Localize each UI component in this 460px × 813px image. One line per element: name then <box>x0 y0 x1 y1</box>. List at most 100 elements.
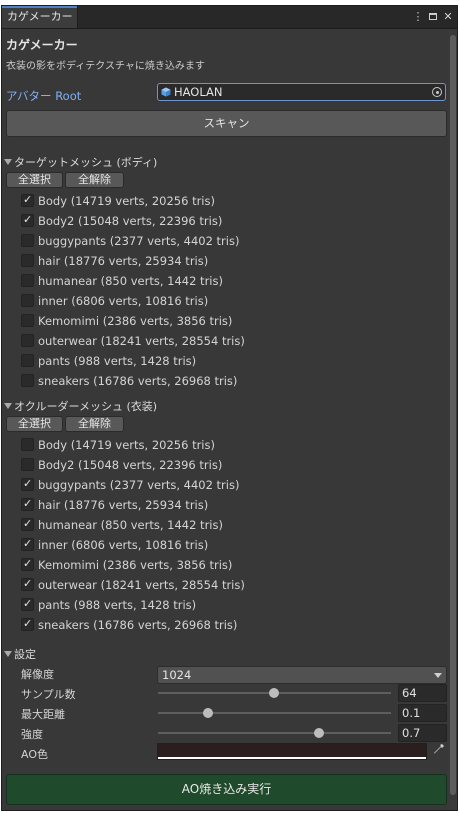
occluder-mesh-row[interactable]: humanear (850 verts, 1442 tris) <box>21 516 223 533</box>
panel-title: カゲメーカー <box>6 38 78 52</box>
scrollbar[interactable] <box>449 29 457 810</box>
checkbox[interactable] <box>21 334 34 347</box>
target-mesh-row[interactable]: buggypants (2377 verts, 4402 tris) <box>21 233 239 249</box>
occluder-mesh-row[interactable]: hair (18776 verts, 25934 tris) <box>21 496 209 513</box>
bake-ao-button[interactable]: AO焼き込み実行 <box>6 774 447 805</box>
checkbox[interactable] <box>21 212 34 228</box>
mesh-info: (18241 verts, 28554 tris) <box>100 578 245 592</box>
occluder-mesh-row[interactable]: Body2 (15048 verts, 22396 tris) <box>21 457 222 473</box>
more-vert-icon[interactable]: ⋮ <box>411 9 425 25</box>
target-mesh-foldout[interactable]: ターゲットメッシュ (ボディ) <box>4 154 157 170</box>
checkbox[interactable] <box>21 476 34 492</box>
chevron-down-icon <box>434 673 442 678</box>
checkbox[interactable] <box>21 556 34 572</box>
occluder-mesh-row[interactable]: buggypants (2377 verts, 4402 tris) <box>21 476 239 493</box>
checkbox[interactable] <box>21 274 34 287</box>
checkbox[interactable] <box>21 616 34 632</box>
mesh-info: (15048 verts, 22396 tris) <box>78 214 223 228</box>
intensity-field[interactable]: 0.7 <box>398 724 447 742</box>
samples-slider[interactable] <box>158 688 391 698</box>
scan-button[interactable]: スキャン <box>6 110 447 137</box>
checkbox[interactable] <box>21 294 34 307</box>
target-mesh-label: ターゲットメッシュ (ボディ) <box>14 156 158 169</box>
scrollbar-thumb[interactable] <box>450 35 456 795</box>
mesh-name: outerwear <box>38 578 97 592</box>
foldout-arrow-icon <box>4 403 12 409</box>
target-mesh-row[interactable]: hair (18776 verts, 25934 tris) <box>21 253 208 269</box>
intensity-slider-knob[interactable] <box>314 728 325 738</box>
occluder-mesh-row[interactable]: inner (6806 verts, 10816 tris) <box>21 536 208 553</box>
mesh-info: (18776 verts, 25934 tris) <box>63 498 209 512</box>
tab-kage-maker[interactable]: カゲメーカー <box>2 6 78 28</box>
target-mesh-row[interactable]: humanear (850 verts, 1442 tris) <box>21 273 223 289</box>
mesh-name: Body2 <box>38 214 75 228</box>
mesh-name: inner <box>38 294 68 308</box>
samples-field[interactable]: 64 <box>398 684 447 702</box>
mesh-info: (16786 verts, 26968 tris) <box>93 374 238 388</box>
checkbox[interactable] <box>21 374 34 387</box>
avatar-root-value: HAOLAN <box>174 85 223 99</box>
settings-foldout[interactable]: 設定 <box>4 646 36 662</box>
samples-slider-knob[interactable] <box>268 688 279 698</box>
mesh-info: (988 verts, 1428 tris) <box>73 598 197 612</box>
mesh-info: (2386 verts, 3856 tris) <box>102 314 233 328</box>
resolution-label: 解像度 <box>21 668 54 681</box>
occluder-mesh-row[interactable]: outerwear (18241 verts, 28554 tris) <box>21 576 245 593</box>
intensity-slider[interactable] <box>158 728 391 738</box>
max-distance-slider-knob[interactable] <box>202 708 213 718</box>
checkbox[interactable] <box>21 314 34 327</box>
mesh-name: Kemomimi <box>38 314 100 328</box>
checkbox[interactable] <box>21 576 34 592</box>
target-mesh-row[interactable]: pants (988 verts, 1428 tris) <box>21 353 196 369</box>
checkbox[interactable] <box>21 354 34 367</box>
checkbox[interactable] <box>21 192 34 208</box>
eyedropper-icon[interactable] <box>430 743 447 760</box>
object-picker-icon[interactable] <box>432 87 442 97</box>
target-select-all-button[interactable]: 全選択 <box>6 172 63 188</box>
max-distance-slider[interactable] <box>158 708 391 718</box>
checkbox[interactable] <box>21 234 34 247</box>
mesh-info: (18776 verts, 25934 tris) <box>63 254 209 268</box>
mesh-info: (15048 verts, 22396 tris) <box>78 458 223 472</box>
occluder-mesh-row[interactable]: Kemomimi (2386 verts, 3856 tris) <box>21 556 232 573</box>
tab-bar: カゲメーカー ⋮ ✕ <box>2 6 457 29</box>
foldout-arrow-icon <box>4 651 12 657</box>
checkbox[interactable] <box>21 536 34 552</box>
maximize-icon[interactable] <box>426 9 440 25</box>
resolution-value: 1024 <box>162 668 192 682</box>
checkbox[interactable] <box>21 596 34 612</box>
target-mesh-row[interactable]: outerwear (18241 verts, 28554 tris) <box>21 333 245 349</box>
ao-color-label: AO色 <box>21 748 48 761</box>
foldout-arrow-icon <box>4 159 12 165</box>
avatar-root-field[interactable]: HAOLAN <box>157 83 446 101</box>
resolution-dropdown[interactable]: 1024 <box>157 666 447 684</box>
checkbox[interactable] <box>21 438 34 451</box>
checkbox[interactable] <box>21 516 34 532</box>
target-mesh-row[interactable]: Body (14719 verts, 20256 tris) <box>21 192 215 209</box>
target-mesh-row[interactable]: inner (6806 verts, 10816 tris) <box>21 293 208 309</box>
target-deselect-all-button[interactable]: 全解除 <box>65 172 124 188</box>
checkbox[interactable] <box>21 458 34 471</box>
panel-description: 衣装の影をボディテクスチャに焼き込みます <box>6 61 205 72</box>
occluder-mesh-row[interactable]: sneakers (16786 verts, 26968 tris) <box>21 616 237 633</box>
occluder-mesh-row[interactable]: pants (988 verts, 1428 tris) <box>21 596 197 613</box>
mesh-info: (14719 verts, 20256 tris) <box>70 194 215 208</box>
occluder-mesh-row[interactable]: Body (14719 verts, 20256 tris) <box>21 437 215 453</box>
max-distance-field[interactable]: 0.1 <box>398 704 447 722</box>
mesh-name: sneakers <box>38 374 90 388</box>
avatar-root-label: アバター Root <box>6 89 82 103</box>
target-mesh-row[interactable]: Body2 (15048 verts, 22396 tris) <box>21 212 223 229</box>
checkbox[interactable] <box>21 496 34 512</box>
checkbox[interactable] <box>21 254 34 267</box>
occluder-select-all-button[interactable]: 全選択 <box>6 416 63 432</box>
mesh-name: Kemomimi <box>38 558 100 572</box>
mesh-name: humanear <box>38 274 97 288</box>
close-icon[interactable]: ✕ <box>441 9 455 25</box>
occluder-mesh-foldout[interactable]: オクルーダーメッシュ (衣装) <box>4 398 157 414</box>
ao-color-field[interactable] <box>157 743 427 760</box>
target-mesh-row[interactable]: Kemomimi (2386 verts, 3856 tris) <box>21 313 232 329</box>
target-mesh-row[interactable]: sneakers (16786 verts, 26968 tris) <box>21 373 237 389</box>
mesh-info: (6806 verts, 10816 tris) <box>71 294 209 308</box>
occluder-deselect-all-button[interactable]: 全解除 <box>65 416 124 432</box>
mesh-name: inner <box>38 538 68 552</box>
